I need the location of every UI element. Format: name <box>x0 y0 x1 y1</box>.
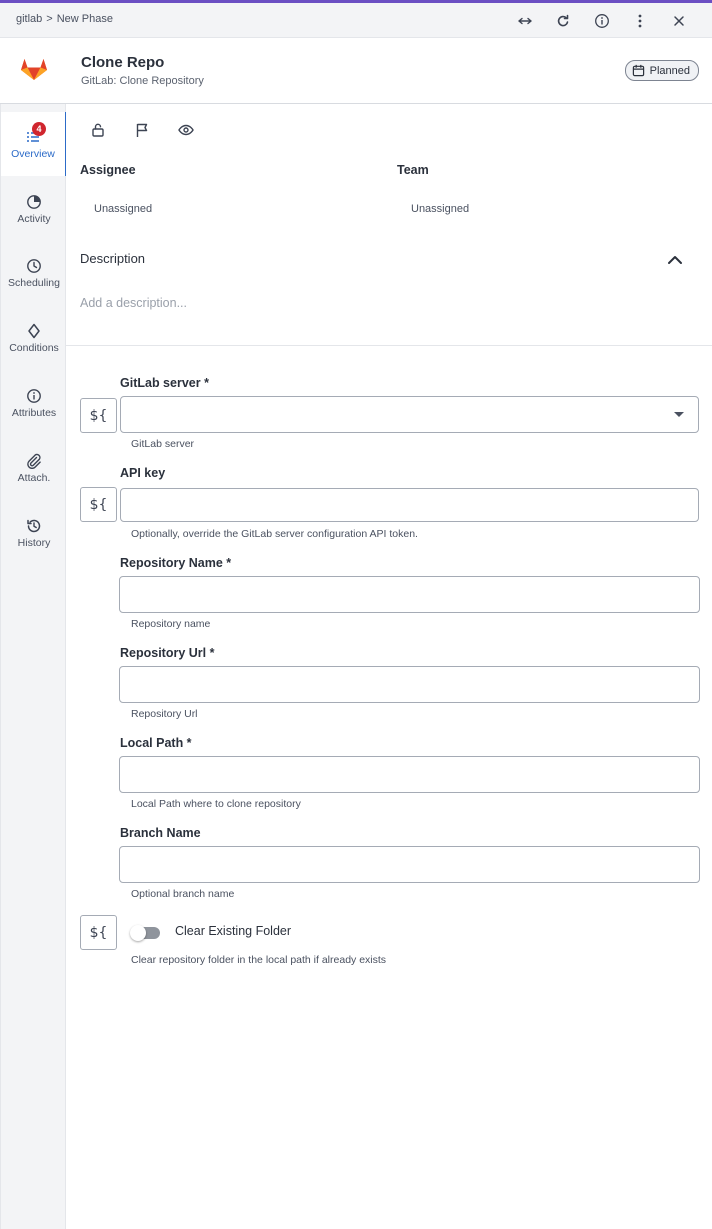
api-key-label: API key <box>120 466 166 480</box>
repository-url-label: Repository Url * <box>120 646 215 660</box>
repository-name-helper: Repository name <box>131 618 211 630</box>
assignee-value[interactable]: Unassigned <box>94 203 152 215</box>
sidebar-item-label: History <box>17 536 51 549</box>
sidebar-item-scheduling[interactable]: Scheduling <box>1 241 67 305</box>
unlock-icon[interactable] <box>90 121 134 139</box>
breadcrumb-current[interactable]: New Phase <box>57 13 113 25</box>
task-title: Clone Repo <box>81 54 165 71</box>
pie-chart-icon <box>26 194 42 210</box>
sidebar-item-label: Attach. <box>17 471 51 484</box>
info-icon[interactable] <box>583 9 622 33</box>
close-icon[interactable] <box>660 9 699 33</box>
overview-panel: Assignee Unassigned Team Unassigned Desc… <box>66 104 712 1229</box>
api-key-variable-button[interactable]: ${ <box>80 487 117 522</box>
repository-name-input[interactable] <box>119 576 700 613</box>
chevron-up-icon[interactable] <box>664 249 686 271</box>
more-vertical-icon[interactable] <box>621 9 660 33</box>
description-input[interactable]: Add a description... <box>80 296 187 310</box>
breadcrumb-root[interactable]: gitlab <box>16 13 42 25</box>
clear-existing-folder-helper: Clear repository folder in the local pat… <box>131 954 387 966</box>
toggle-thumb <box>130 925 146 941</box>
repository-url-helper: Repository Url <box>131 708 198 720</box>
sidebar-item-attachments[interactable]: Attach. <box>1 436 67 500</box>
gitlab-logo-icon <box>17 51 51 85</box>
task-header: Clone Repo GitLab: Clone Repository Plan… <box>0 38 712 104</box>
sidebar-item-label: Conditions <box>9 341 59 354</box>
calendar-icon <box>632 64 644 77</box>
status-badge[interactable]: Planned <box>624 60 699 81</box>
sidebar-item-label: Activity <box>17 212 51 225</box>
team-label: Team <box>397 163 429 177</box>
branch-name-helper: Optional branch name <box>131 888 235 900</box>
team-value[interactable]: Unassigned <box>411 203 469 215</box>
gitlab-server-helper: GitLab server <box>131 438 195 450</box>
sidebar-item-activity[interactable]: Activity <box>1 177 67 241</box>
eye-icon[interactable] <box>178 121 222 139</box>
api-key-helper: Optionally, override the GitLab server c… <box>131 528 418 540</box>
paperclip-icon <box>26 453 42 469</box>
local-path-label: Local Path * <box>120 736 192 750</box>
chevron-down-icon <box>674 412 684 417</box>
repository-name-label: Repository Name * <box>120 556 232 570</box>
api-key-input[interactable] <box>120 488 699 522</box>
info-icon <box>26 388 42 404</box>
breadcrumb-separator: > <box>46 13 53 25</box>
list-icon: 4 <box>25 121 46 145</box>
gitlab-server-label: GitLab server * <box>120 376 209 390</box>
title-bar: gitlab > New Phase <box>0 3 712 38</box>
refresh-icon[interactable] <box>544 9 583 33</box>
status-label: Planned <box>649 64 690 77</box>
sidebar-item-label: Scheduling <box>8 276 60 289</box>
gitlab-server-select[interactable] <box>120 396 699 433</box>
notification-badge: 4 <box>32 121 46 136</box>
description-label: Description <box>80 251 146 266</box>
expand-horizontal-icon[interactable] <box>506 9 545 33</box>
clear-existing-folder-toggle[interactable] <box>130 925 162 941</box>
sidebar: 4 Overview Activity Scheduling Condition… <box>0 104 67 1229</box>
diamond-icon <box>26 323 42 339</box>
repository-url-input[interactable] <box>119 666 700 703</box>
breadcrumb: gitlab > New Phase <box>16 13 113 25</box>
flag-icon[interactable] <box>134 121 178 139</box>
clock-icon <box>26 258 42 274</box>
sidebar-item-conditions[interactable]: Conditions <box>1 306 67 370</box>
local-path-helper: Local Path where to clone repository <box>131 798 301 810</box>
task-toolbar <box>90 121 222 139</box>
sidebar-item-label: Attributes <box>11 406 57 419</box>
clear-existing-folder-label: Clear Existing Folder <box>175 924 292 938</box>
sidebar-item-attributes[interactable]: Attributes <box>1 371 67 435</box>
clear-folder-variable-button[interactable]: ${ <box>80 915 117 950</box>
sidebar-item-overview[interactable]: 4 Overview <box>1 112 67 176</box>
section-divider <box>66 345 712 346</box>
task-subtitle: GitLab: Clone Repository <box>81 75 204 87</box>
history-icon <box>26 518 42 534</box>
gitlab-server-variable-button[interactable]: ${ <box>80 398 117 433</box>
sidebar-item-label: Overview <box>11 147 55 160</box>
local-path-input[interactable] <box>119 756 700 793</box>
assignee-label: Assignee <box>80 163 136 177</box>
sidebar-item-history[interactable]: History <box>1 501 67 565</box>
branch-name-input[interactable] <box>119 846 700 883</box>
branch-name-label: Branch Name <box>120 826 201 840</box>
